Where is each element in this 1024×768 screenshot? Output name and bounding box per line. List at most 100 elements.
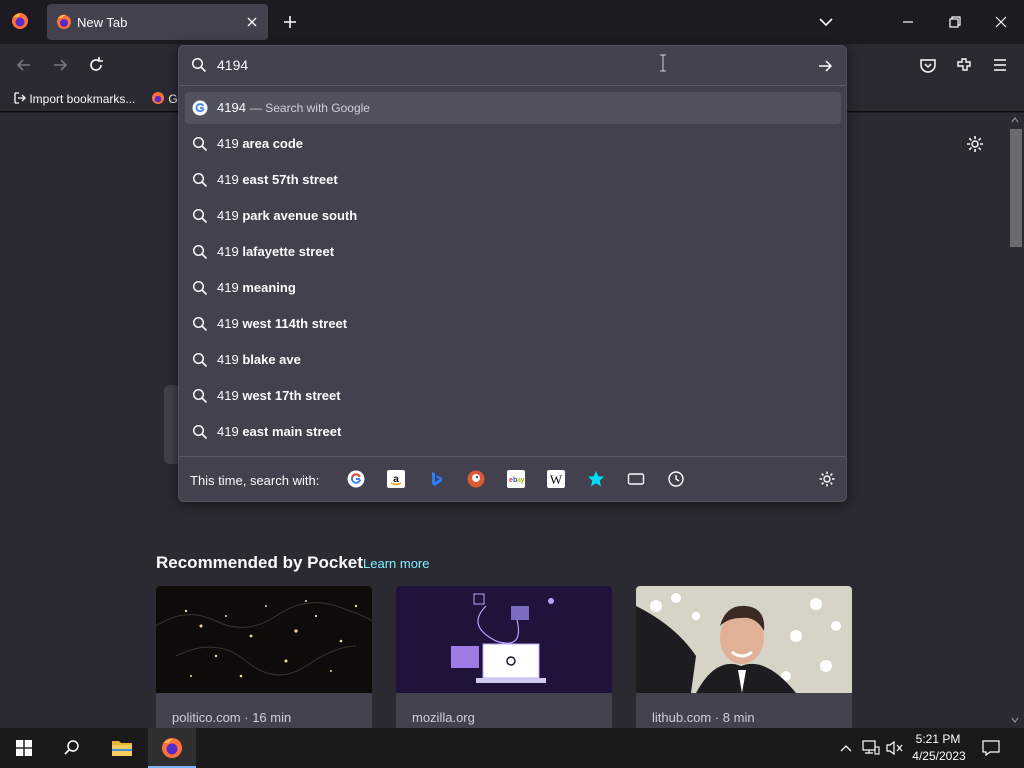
suggestion-completion: area code: [242, 136, 304, 151]
pocket-icon[interactable]: [918, 55, 938, 75]
bookmarks-star-icon[interactable]: [587, 470, 605, 488]
suggestion-completion: lafayette street: [242, 244, 335, 259]
pocket-learn-more-link[interactable]: Learn more: [363, 556, 429, 571]
notifications-icon[interactable]: [982, 739, 1000, 757]
urlbar-input[interactable]: [217, 57, 777, 73]
forward-arrow-icon[interactable]: [50, 55, 70, 75]
search-suggestion[interactable]: 419 meaning: [185, 272, 841, 304]
search-icon: [192, 136, 208, 152]
result-action: — Search with Google: [249, 101, 370, 115]
ebay-engine-icon[interactable]: e b a y: [507, 470, 525, 488]
search-icon: [191, 57, 207, 73]
urlbar[interactable]: [179, 46, 846, 86]
search-suggestion[interactable]: 419 blake ave: [185, 344, 841, 376]
start-button[interactable]: [0, 728, 48, 768]
show-hidden-icons-chevron-icon[interactable]: [839, 742, 853, 754]
windows-logo-icon: [16, 740, 32, 756]
one-off-search-bar: This time, search with: a e b a y W: [179, 456, 846, 502]
suggestion-completion: park avenue south: [242, 208, 358, 223]
search-suggestion[interactable]: 419 east main street: [185, 416, 841, 448]
search-suggestion[interactable]: 419 lafayette street: [185, 236, 841, 268]
suggestion-prefix: 419: [217, 316, 239, 331]
card-source: mozilla.org: [412, 710, 475, 725]
list-all-tabs-chevron-icon[interactable]: [816, 12, 836, 32]
card-thumbnail-night-map: [156, 586, 372, 693]
firefox-favicon-icon: [57, 14, 71, 29]
search-icon: [192, 244, 208, 260]
scroll-down-arrow-icon[interactable]: [1011, 716, 1019, 724]
search-suggestion[interactable]: 419 east 57th street: [185, 164, 841, 196]
suggestion-prefix: 419: [217, 208, 239, 223]
result-search-with-google[interactable]: 4194— Search with Google: [185, 92, 841, 124]
scrollbar-thumb[interactable]: [1010, 129, 1022, 247]
page-scrollbar[interactable]: [1006, 113, 1024, 728]
folder-icon: [112, 741, 132, 756]
suggestion-prefix: 419: [217, 136, 239, 151]
search-suggestion[interactable]: 419 west 114th street: [185, 308, 841, 340]
app-menu-hamburger-icon[interactable]: [990, 55, 1010, 75]
import-bookmarks-button[interactable]: Import bookmarks...: [12, 91, 135, 106]
windows-taskbar: 5:21 PM 4/25/2023: [0, 728, 1024, 768]
reload-icon[interactable]: [86, 55, 106, 75]
one-off-label: This time, search with:: [190, 473, 320, 488]
scroll-up-arrow-icon[interactable]: [1011, 116, 1019, 124]
duckduckgo-engine-icon[interactable]: [467, 470, 485, 488]
suggestion-prefix: 419: [217, 388, 239, 403]
close-tab-icon[interactable]: [244, 14, 260, 30]
file-explorer-button[interactable]: [98, 728, 146, 768]
card-thumbnail-laptop-illustration: [396, 586, 612, 693]
bookmark-item[interactable]: G: [151, 91, 178, 106]
tab-new-tab[interactable]: New Tab: [47, 4, 268, 40]
taskbar-clock-date[interactable]: 4/25/2023: [910, 749, 968, 763]
bing-engine-icon[interactable]: [427, 470, 445, 488]
import-icon: [14, 92, 26, 104]
pocket-card[interactable]: politico.com · 16 min: [156, 586, 372, 728]
taskbar-clock-time[interactable]: 5:21 PM: [912, 732, 964, 746]
wikipedia-engine-icon[interactable]: W: [547, 470, 565, 488]
extensions-puzzle-icon[interactable]: [954, 55, 974, 75]
result-query: 4194: [217, 100, 246, 115]
new-tab-plus-icon[interactable]: [280, 12, 300, 32]
suggestion-completion: meaning: [242, 280, 296, 295]
search-icon: [192, 316, 208, 332]
svg-text:W: W: [550, 472, 563, 487]
tab-title: New Tab: [77, 15, 128, 30]
firefox-favicon-icon: [152, 92, 164, 104]
close-window-icon[interactable]: [991, 12, 1011, 32]
suggestion-prefix: 419: [217, 352, 239, 367]
suggestion-completion: west 114th street: [242, 316, 348, 331]
customize-gear-icon[interactable]: [966, 135, 984, 153]
suggestion-completion: east 57th street: [242, 172, 338, 187]
pocket-card[interactable]: mozilla.org: [396, 586, 612, 728]
history-clock-icon[interactable]: [667, 470, 685, 488]
network-icon[interactable]: [862, 740, 880, 756]
pocket-section-title: Recommended by Pocket: [156, 553, 363, 572]
restore-window-icon[interactable]: [945, 12, 965, 32]
search-suggestion[interactable]: 419 area code: [185, 128, 841, 160]
import-bookmarks-label: Import bookmarks...: [29, 92, 136, 106]
go-arrow-icon[interactable]: [816, 57, 834, 75]
firefox-view-icon[interactable]: [11, 12, 29, 30]
search-icon: [64, 740, 79, 755]
tabs-icon[interactable]: [627, 470, 645, 488]
urlbar-results-popup: 4194— Search with Google 419 area code 4…: [178, 45, 847, 502]
google-engine-icon[interactable]: [347, 470, 365, 488]
search-icon: [192, 208, 208, 224]
taskbar-search-button[interactable]: [48, 728, 96, 768]
amazon-engine-icon[interactable]: a: [387, 470, 405, 488]
card-source: lithub.com · 8 min: [652, 710, 755, 725]
minimize-window-icon[interactable]: [898, 12, 918, 32]
card-thumbnail-portrait-photo: [636, 586, 852, 693]
pocket-card[interactable]: lithub.com · 8 min: [636, 586, 852, 728]
search-suggestion[interactable]: 419 park avenue south: [185, 200, 841, 232]
back-arrow-icon[interactable]: [14, 55, 34, 75]
search-settings-gear-icon[interactable]: [818, 470, 836, 488]
firefox-taskbar-button[interactable]: [148, 728, 196, 768]
firefox-icon: [162, 738, 182, 758]
search-icon: [192, 424, 208, 440]
volume-muted-icon[interactable]: [886, 740, 904, 756]
search-suggestion[interactable]: 419 west 17th street: [185, 380, 841, 412]
svg-text:a: a: [393, 474, 399, 485]
search-icon: [192, 352, 208, 368]
suggestion-completion: west 17th street: [242, 388, 341, 403]
